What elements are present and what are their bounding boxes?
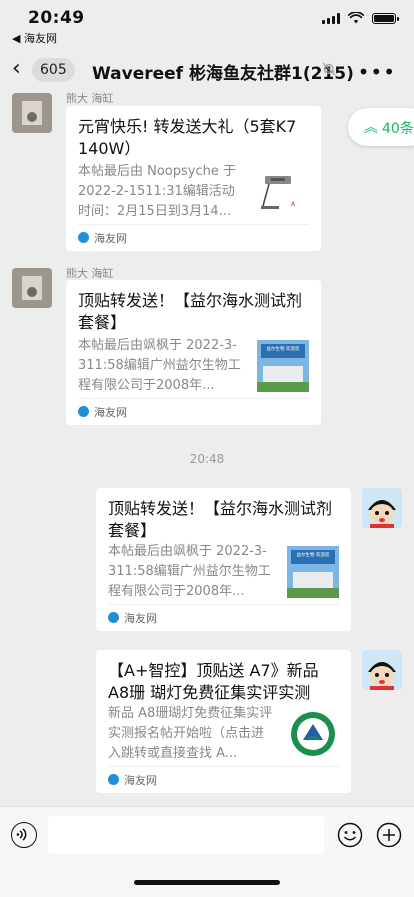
more-icon[interactable]: ••• — [358, 60, 396, 84]
card-description: 本帖最后由 Noopsyche 于 2022-2-1511:31编辑活动时间：2… — [78, 164, 236, 219]
chevron-left-icon[interactable]: ‹ — [12, 58, 21, 80]
card-title: 元宵快乐! 转发送大礼（5套K7 140W） — [78, 117, 297, 158]
source-app-icon — [78, 406, 89, 417]
plus-icon[interactable] — [376, 822, 402, 848]
link-card[interactable]: 元宵快乐! 转发送大礼（5套K7 140W） 本帖最后由 Noopsyche 于… — [66, 106, 321, 251]
card-footer: 海友网 — [108, 604, 339, 631]
home-indicator — [134, 880, 280, 885]
thumbnail-caption: 益尔生物 欢迎您 — [297, 551, 330, 558]
avatar[interactable] — [362, 650, 402, 690]
avatar[interactable] — [362, 488, 402, 528]
double-chevron-up-icon: ︽ — [364, 120, 378, 136]
chat-title: Wavereef 彬海鱼友社群1(215) — [92, 64, 354, 84]
chat-nav-bar: ‹ 605 Wavereef 彬海鱼友社群1(215) ••• — [0, 50, 414, 90]
source-app-icon — [78, 232, 89, 243]
status-bar: 20:49 ◀ 海友网 — [0, 0, 414, 46]
unread-count-label: 40条 — [382, 121, 414, 137]
card-footer: 海友网 — [78, 398, 309, 425]
card-thumbnail: 益尔生物 欢迎您 — [287, 546, 339, 598]
card-thumbnail — [287, 708, 339, 760]
back-to-app-link[interactable]: ◀ 海友网 — [12, 30, 57, 46]
thumbnail-caption: 益尔生物 欢迎您 — [267, 345, 300, 352]
sender-name: 熊大 海缸 — [66, 92, 114, 105]
unread-chats-count[interactable]: 605 — [32, 58, 75, 82]
card-source: 海友网 — [124, 612, 157, 625]
voice-icon[interactable] — [11, 822, 37, 848]
wifi-icon — [348, 12, 364, 24]
status-time: 20:49 — [28, 8, 85, 28]
avatar[interactable] — [12, 93, 52, 133]
card-description: 本帖最后由飒枫于 2022-3-311:58编辑广州益尔生物工程有限公司于200… — [108, 544, 271, 599]
card-title: 【A+智控】顶贴送 A7》新品A8珊 瑚灯免费征集实评实测 — [108, 661, 319, 702]
card-source: 海友网 — [124, 774, 157, 787]
link-card[interactable]: 【A+智控】顶贴送 A7》新品A8珊 瑚灯免费征集实评实测 新品 A8珊瑚灯免费… — [96, 650, 351, 793]
link-card[interactable]: 顶贴转发送！【益尔海水测试剂套餐】 本帖最后由飒枫于 2022-3-311:58… — [96, 488, 351, 631]
card-description: 新品 A8珊瑚灯免费征集实评实测报名帖开始啦（点击进入跳转或直接查找 A... — [108, 706, 273, 761]
signal-icon — [322, 12, 340, 24]
avatar[interactable] — [12, 268, 52, 308]
system-icons — [322, 12, 399, 24]
card-footer: 海友网 — [108, 766, 339, 793]
card-thumbnail: 益尔生物 欢迎您 — [257, 340, 309, 392]
source-app-icon — [108, 774, 119, 785]
card-footer: 海友网 — [78, 224, 309, 251]
emoji-icon[interactable] — [337, 822, 363, 848]
unread-messages-button[interactable]: ︽ 40条 — [348, 108, 414, 146]
link-card[interactable]: 顶贴转发送！【益尔海水测试剂套餐】 本帖最后由飒枫于 2022-3-311:58… — [66, 280, 321, 425]
source-app-icon — [108, 612, 119, 623]
card-description: 本帖最后由飒枫于 2022-3-311:58编辑广州益尔生物工程有限公司于200… — [78, 338, 241, 393]
sender-name: 熊大 海缸 — [66, 267, 114, 280]
card-title: 顶贴转发送！【益尔海水测试剂套餐】 — [108, 499, 333, 540]
message-input[interactable] — [48, 816, 324, 854]
battery-icon — [372, 12, 399, 24]
card-thumbnail: A — [257, 166, 309, 218]
card-source: 海友网 — [94, 406, 127, 419]
card-source: 海友网 — [94, 232, 127, 245]
bell-mute-icon — [322, 62, 336, 76]
chat-timestamp: 20:48 — [189, 452, 225, 466]
card-title: 顶贴转发送！【益尔海水测试剂套餐】 — [78, 291, 303, 332]
